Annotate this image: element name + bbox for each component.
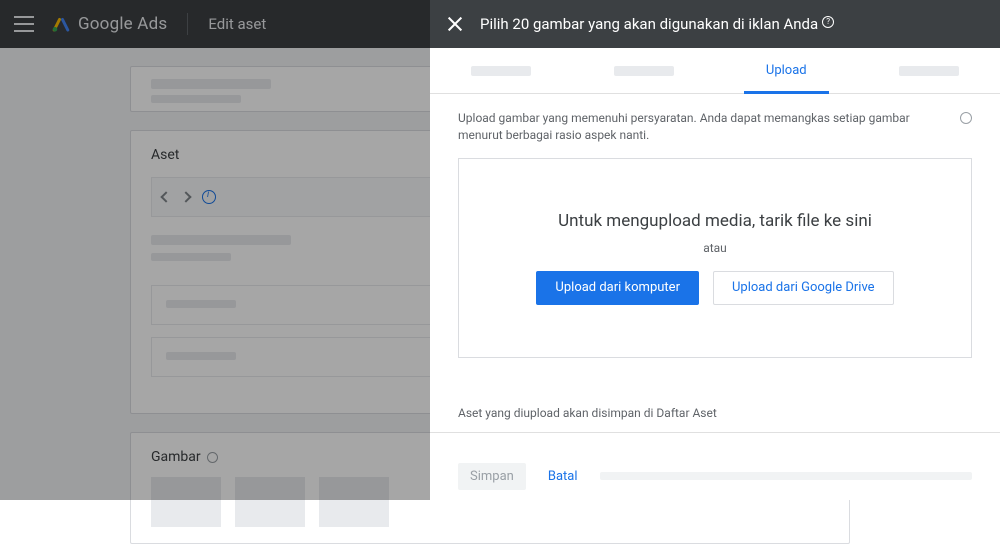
upload-from-drive-button[interactable]: Upload dari Google Drive: [713, 271, 894, 305]
drop-zone-buttons: Upload dari komputer Upload dari Google …: [536, 271, 893, 305]
upload-hint: Upload gambar yang memenuhi persyaratan.…: [458, 110, 972, 144]
skeleton-line: [899, 66, 959, 76]
drop-zone-or-text: atau: [703, 241, 727, 255]
upload-note: Aset yang diupload akan disimpan di Daft…: [458, 406, 972, 432]
tab-bar: Upload: [430, 48, 1000, 94]
image-picker-modal: Pilih 20 gambar yang akan digunakan di i…: [430, 0, 1000, 500]
modal-header: Pilih 20 gambar yang akan digunakan di i…: [430, 0, 1000, 48]
tab-upload-label: Upload: [766, 63, 807, 78]
modal-body: Upload gambar yang memenuhi persyaratan.…: [430, 94, 1000, 452]
modal-title: Pilih 20 gambar yang akan digunakan di i…: [480, 15, 834, 33]
modal-title-text: Pilih 20 gambar yang akan digunakan di i…: [480, 15, 818, 33]
close-icon[interactable]: [444, 13, 466, 35]
cancel-button[interactable]: Batal: [548, 469, 578, 484]
skeleton-line: [614, 66, 674, 76]
modal-footer: Simpan Batal: [430, 452, 1000, 500]
tab-placeholder-3[interactable]: [858, 48, 1000, 93]
drop-zone[interactable]: Untuk mengupload media, tarik file ke si…: [458, 158, 972, 358]
upload-from-computer-button[interactable]: Upload dari komputer: [536, 271, 699, 305]
skeleton-line: [600, 472, 973, 480]
help-icon[interactable]: ?: [822, 16, 834, 28]
info-icon[interactable]: [960, 112, 972, 124]
upload-hint-text: Upload gambar yang memenuhi persyaratan.…: [458, 111, 910, 142]
divider: [430, 432, 1000, 433]
skeleton-line: [471, 66, 531, 76]
tab-placeholder-1[interactable]: [430, 48, 573, 93]
drop-zone-main-text: Untuk mengupload media, tarik file ke si…: [558, 211, 872, 231]
save-button[interactable]: Simpan: [458, 463, 526, 490]
tab-placeholder-2[interactable]: [573, 48, 716, 93]
tab-upload[interactable]: Upload: [715, 48, 858, 93]
